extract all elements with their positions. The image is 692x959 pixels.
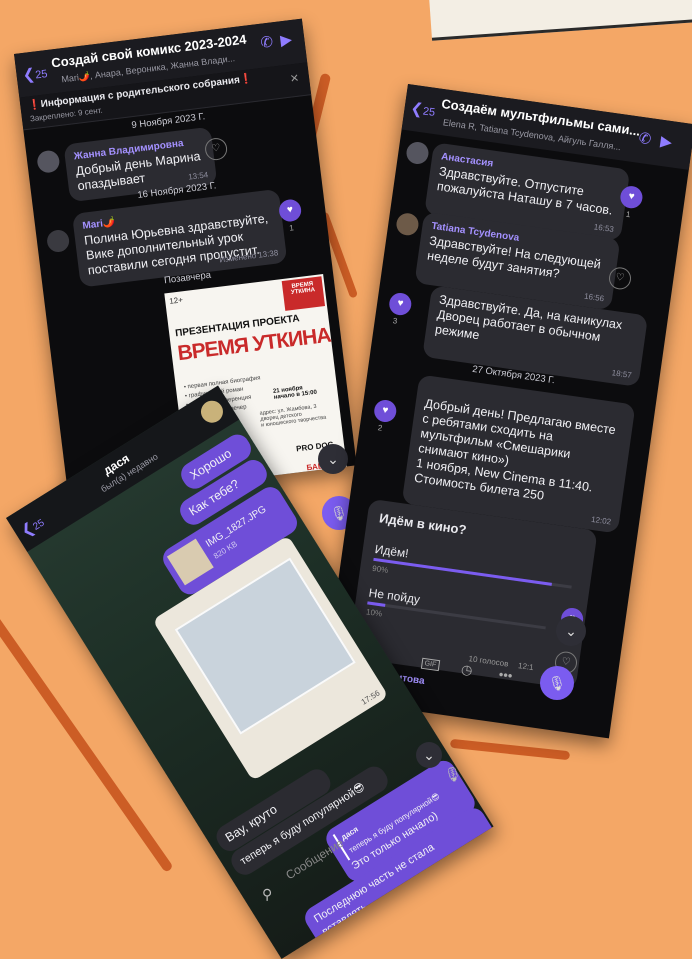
age-rating: 12+ bbox=[168, 295, 184, 306]
option-bar-fill bbox=[367, 601, 386, 607]
back-button[interactable]: ❮25 bbox=[17, 512, 47, 541]
avatar bbox=[36, 149, 61, 174]
more-icon[interactable]: ••• bbox=[498, 667, 514, 684]
back-button[interactable]: ❮25 bbox=[22, 63, 49, 84]
poster-date: 21 ноября начало в 15:00 bbox=[272, 385, 318, 401]
reaction-count: 3 bbox=[392, 316, 398, 326]
scroll-down-button[interactable]: ⌄ bbox=[556, 616, 586, 646]
voice-message-button[interactable]: 🎙 bbox=[540, 666, 574, 700]
close-icon[interactable]: ✕ bbox=[289, 71, 300, 85]
reaction-count: 2 bbox=[377, 423, 383, 433]
video-icon[interactable]: ▶ bbox=[659, 132, 673, 151]
video-icon[interactable]: ▶ bbox=[279, 30, 293, 49]
poster-address: адрес: ул. Жамбова, 3 дворец детского и … bbox=[259, 403, 327, 429]
photo-time: 17:56 bbox=[359, 688, 382, 707]
message-time: 18:57 bbox=[611, 368, 633, 380]
message-text: Добрый день! Предлагаю вместе с ребятами… bbox=[413, 396, 617, 503]
option-bar-fill bbox=[373, 557, 552, 586]
message-time: 16:53 bbox=[593, 222, 615, 235]
reaction-count: 1 bbox=[288, 223, 295, 233]
reaction-count: 1 bbox=[625, 209, 632, 220]
avatar[interactable] bbox=[196, 396, 228, 427]
option-bar-track bbox=[367, 601, 546, 630]
quoted-sender: дася bbox=[339, 824, 360, 843]
paper-tape bbox=[428, 0, 692, 41]
paperclip-icon[interactable]: ⚲ bbox=[262, 886, 272, 903]
heart-icon[interactable]: ♥ bbox=[372, 398, 398, 424]
microphone-icon[interactable]: 🎙 bbox=[444, 766, 462, 783]
back-button[interactable]: ❮25 bbox=[409, 99, 436, 120]
timer-icon[interactable]: ◷ bbox=[460, 661, 473, 678]
phone-icon[interactable]: ✆ bbox=[638, 129, 653, 149]
brush-stroke bbox=[449, 738, 571, 761]
scroll-down-button[interactable]: ⌄ bbox=[318, 444, 348, 474]
message-time: 16:56 bbox=[583, 291, 605, 304]
phone-icon[interactable]: ✆ bbox=[259, 32, 275, 51]
gif-icon[interactable]: GIF bbox=[420, 657, 440, 672]
option-bar-track bbox=[373, 557, 572, 589]
poll-title: Идём в кино? bbox=[378, 510, 468, 538]
scroll-down-button[interactable]: ⌄ bbox=[416, 742, 442, 768]
avatar bbox=[395, 211, 420, 237]
option-percent: 10% bbox=[365, 607, 383, 619]
message-time: 12:02 bbox=[590, 514, 612, 527]
avatar bbox=[405, 140, 430, 166]
heart-icon[interactable]: ♥ bbox=[387, 291, 413, 317]
option-percent: 90% bbox=[371, 563, 389, 575]
avatar bbox=[45, 228, 71, 254]
poster-corner-logo: ВРЕМЯ УТКИНА bbox=[281, 276, 326, 311]
